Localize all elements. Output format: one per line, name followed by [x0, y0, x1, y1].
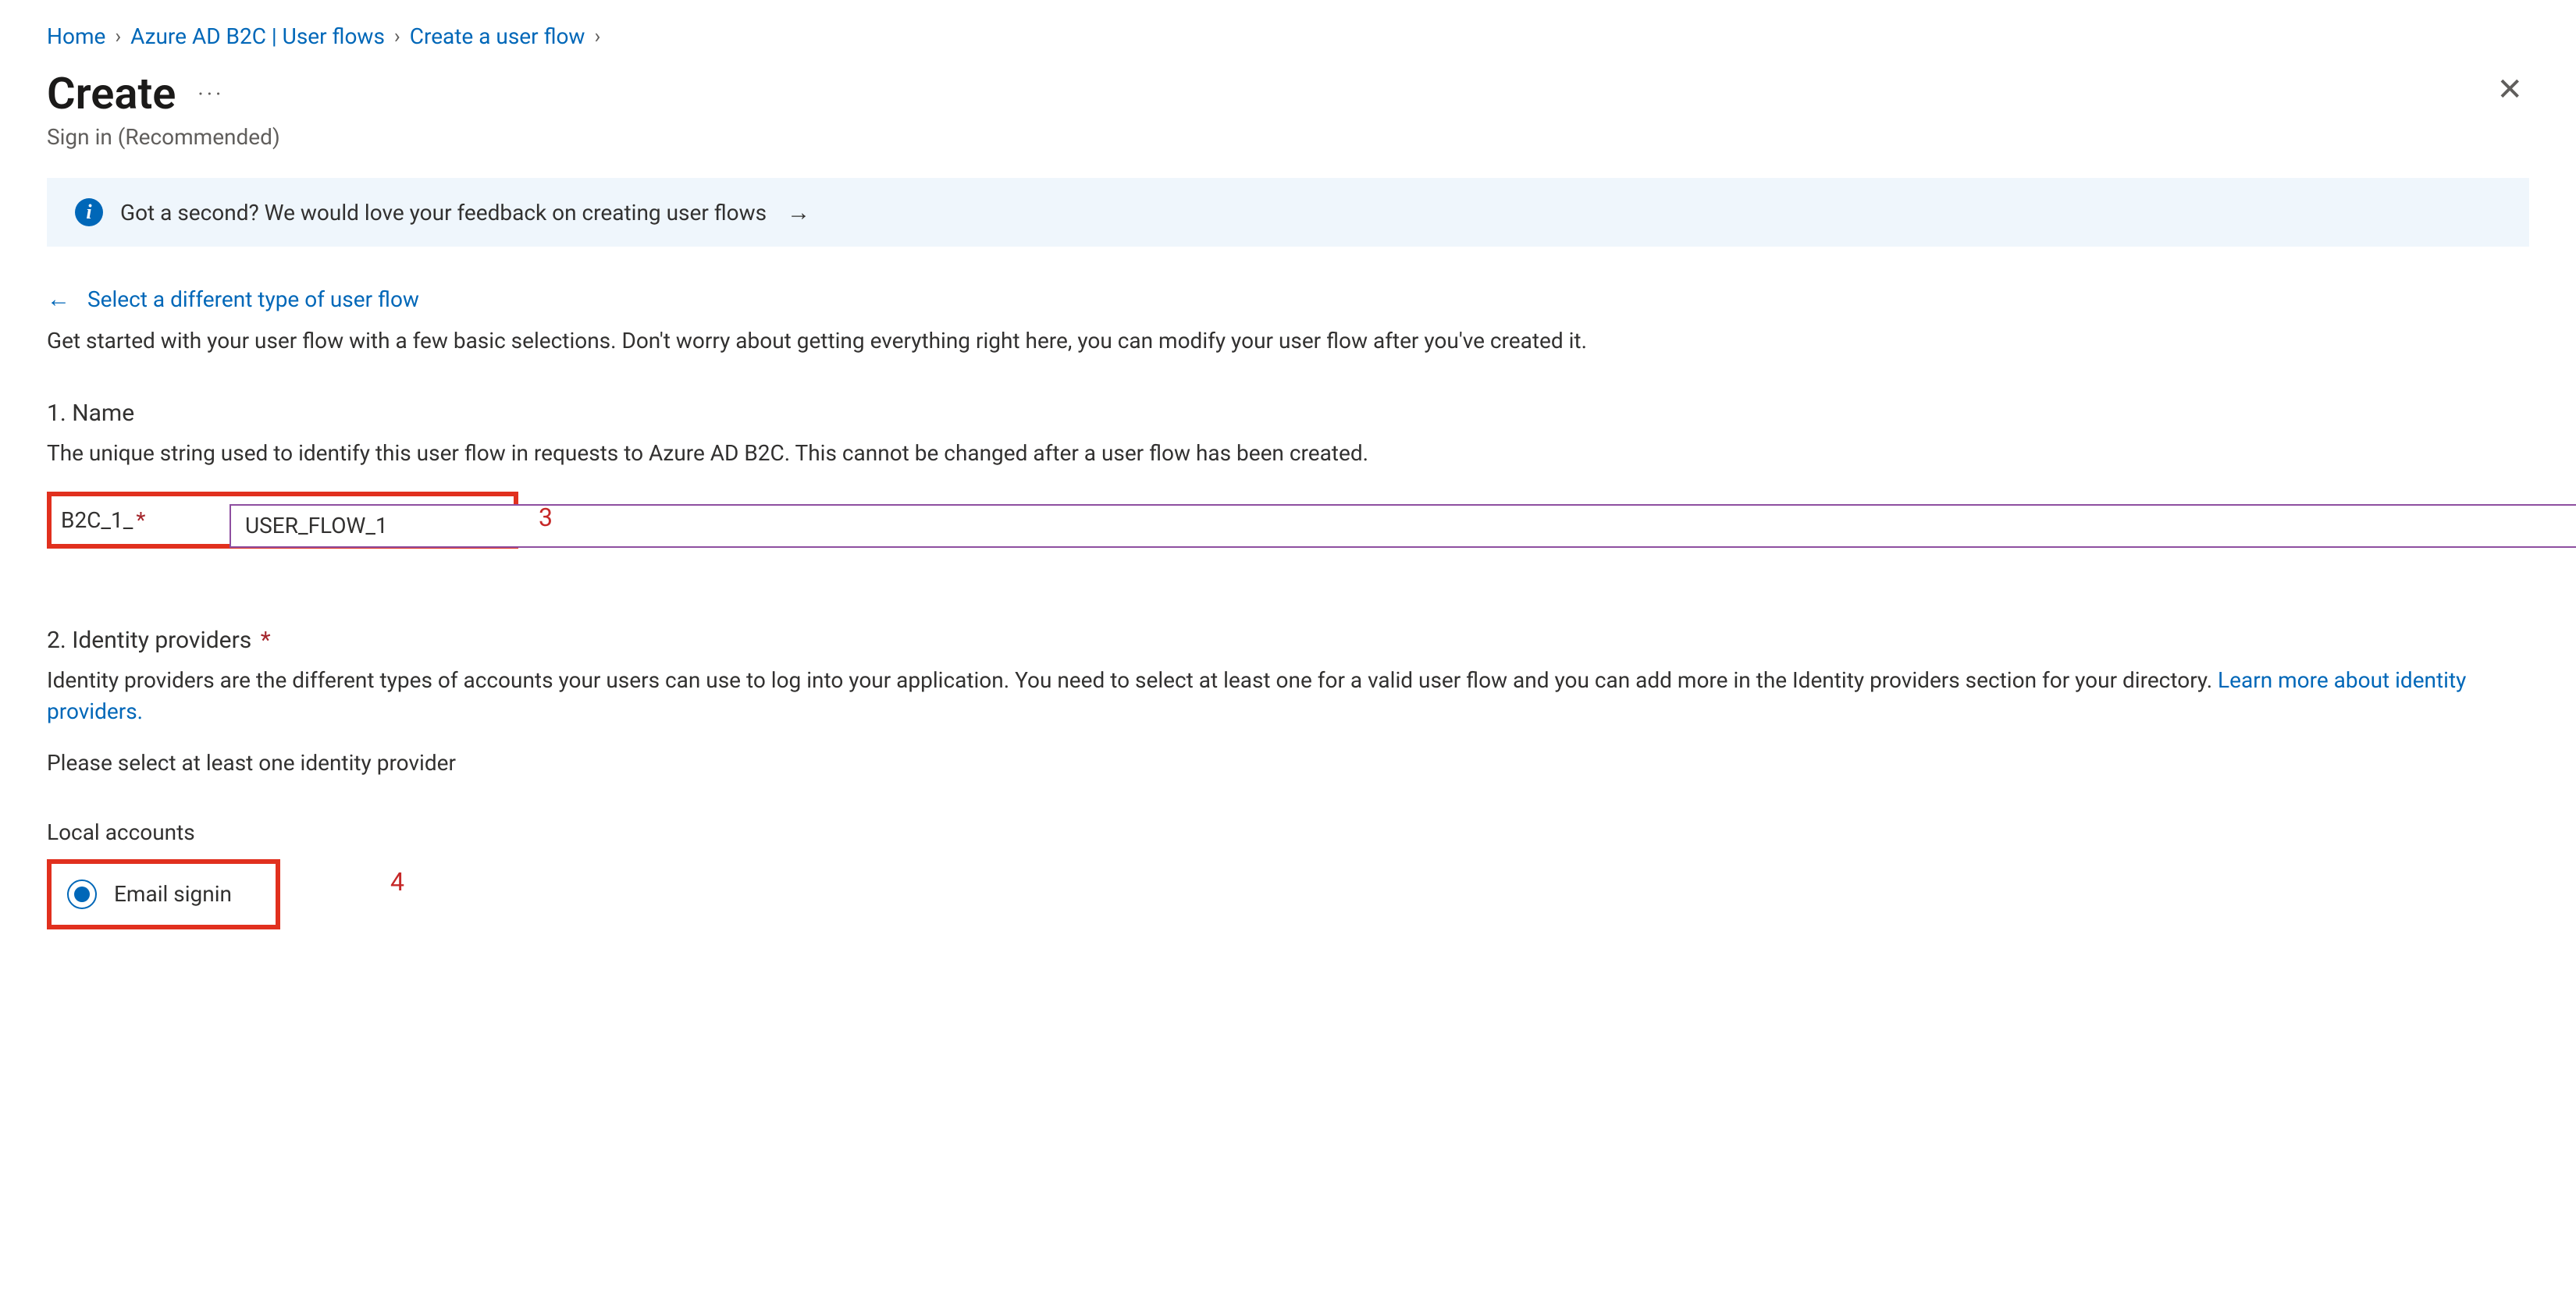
- arrow-right-icon: →: [787, 199, 810, 226]
- page-subtitle: Sign in (Recommended): [47, 124, 2529, 150]
- close-icon[interactable]: ✕: [2490, 68, 2529, 112]
- annotation-step-4: 4: [390, 867, 404, 897]
- breadcrumb-create[interactable]: Create a user flow: [410, 23, 585, 49]
- section-idp-title: 2. Identity providers *: [47, 627, 2529, 654]
- name-input-container: ✓: [229, 504, 2576, 548]
- breadcrumb-home[interactable]: Home: [47, 23, 105, 49]
- select-different-flow-link[interactable]: Select a different type of user flow: [87, 286, 419, 312]
- breadcrumb: Home › Azure AD B2C | User flows › Creat…: [47, 23, 2529, 49]
- section-name: 1. Name The unique string used to identi…: [47, 400, 2529, 549]
- name-field-highlight: B2C_1_* ✓: [47, 492, 518, 549]
- breadcrumb-userflows[interactable]: Azure AD B2C | User flows: [130, 23, 385, 49]
- email-signin-radio[interactable]: [67, 879, 97, 909]
- email-signin-radio-highlight: Email signin: [47, 859, 280, 929]
- required-asterisk: *: [254, 627, 270, 654]
- chevron-right-icon: ›: [594, 25, 600, 48]
- back-link-row: ← Select a different type of user flow: [47, 286, 2529, 313]
- feedback-text: Got a second? We would love your feedbac…: [120, 200, 767, 226]
- idp-select-prompt: Please select at least one identity prov…: [47, 750, 2529, 776]
- more-actions-button[interactable]: ···: [197, 81, 224, 107]
- section-idp-desc: Identity providers are the different typ…: [47, 665, 2529, 728]
- page-header: Create ··· ✕: [47, 68, 2529, 119]
- page-title: Create: [47, 68, 176, 119]
- intro-text: Get started with your user flow with a f…: [47, 325, 2529, 356]
- chevron-right-icon: ›: [115, 25, 121, 48]
- info-icon: i: [75, 198, 103, 226]
- annotation-step-3: 3: [539, 503, 553, 532]
- name-prefix-label: B2C_1_*: [61, 507, 145, 533]
- radio-selected-icon: [74, 887, 90, 902]
- email-signin-label: Email signin: [114, 881, 232, 907]
- section-name-desc: The unique string used to identify this …: [47, 438, 2529, 470]
- feedback-banner[interactable]: i Got a second? We would love your feedb…: [47, 178, 2529, 247]
- required-asterisk: *: [136, 507, 145, 533]
- section-name-title: 1. Name: [47, 400, 2529, 427]
- local-accounts-label: Local accounts: [47, 819, 2529, 845]
- user-flow-name-input[interactable]: [245, 513, 2576, 538]
- section-identity-providers: 2. Identity providers * Identity provide…: [47, 627, 2529, 929]
- arrow-left-icon: ←: [47, 286, 70, 313]
- chevron-right-icon: ›: [394, 25, 400, 48]
